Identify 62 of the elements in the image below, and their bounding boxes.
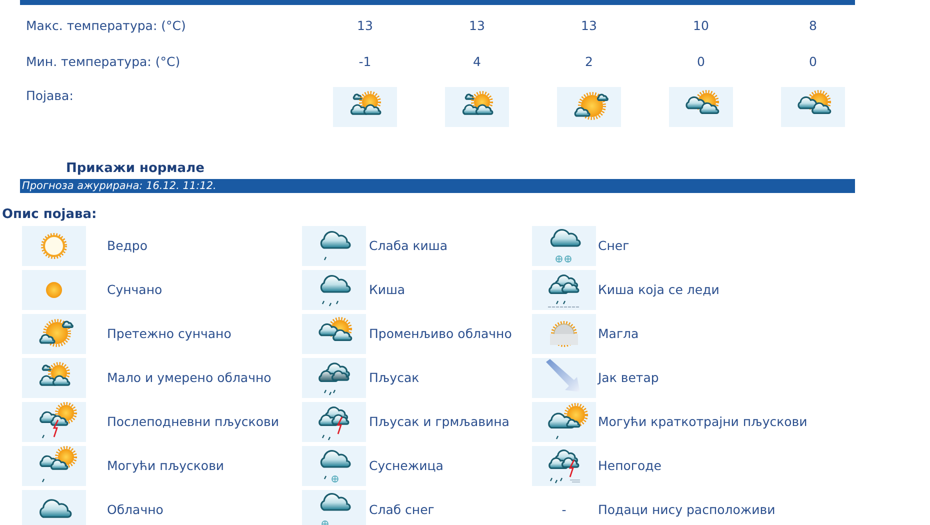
thunder-cloud-icon bbox=[302, 402, 366, 442]
fog-icon bbox=[532, 314, 596, 354]
dash-symbol: - bbox=[562, 502, 566, 517]
update-bar: Прогноза ажурирана: 16.12. 11:12. bbox=[20, 178, 855, 192]
snow-rain-cloud-icon bbox=[302, 446, 366, 486]
temperature-value: 4 bbox=[473, 54, 481, 69]
sun-clouds-icon bbox=[445, 87, 509, 127]
legend-label: Киша која се леди bbox=[598, 282, 720, 297]
legend-title: Опис појава: bbox=[2, 206, 98, 224]
row-label: Макс. температура: (°C) bbox=[26, 18, 186, 33]
legend-label: Претежно сунчано bbox=[107, 326, 232, 341]
row-label: Појава: bbox=[26, 88, 74, 103]
sun-clouds-icon bbox=[302, 314, 366, 354]
rain-clouds-icon bbox=[532, 270, 596, 310]
temperature-value: 13 bbox=[357, 18, 373, 33]
thunder-cloud-icon bbox=[532, 446, 596, 486]
row-label: Мин. температура: (°C) bbox=[26, 54, 180, 69]
sun-clouds-icon bbox=[781, 87, 845, 127]
legend-label: Јак ветар bbox=[598, 370, 659, 385]
temperature-value: 13 bbox=[581, 18, 597, 33]
legend-label: Пљусак и грмљавина bbox=[369, 414, 510, 429]
legend-label: Снег bbox=[598, 238, 630, 253]
sun-clouds-icon bbox=[22, 358, 86, 398]
legend-label: Слаба киша bbox=[369, 238, 448, 253]
sun-cloud-icon bbox=[22, 314, 86, 354]
legend-label: Ведро bbox=[107, 238, 148, 253]
rain-clouds-icon bbox=[302, 358, 366, 398]
legend-label: Могући пљускови bbox=[107, 458, 224, 473]
sun-icon bbox=[22, 270, 86, 310]
legend-label: Мало и умерено облачно bbox=[107, 370, 272, 385]
sun-outline-icon bbox=[22, 226, 86, 266]
legend-label: Суснежица bbox=[369, 458, 444, 473]
temperature-value: 8 bbox=[809, 18, 817, 33]
rain-cloud-icon bbox=[302, 270, 366, 310]
show-normals-link[interactable]: Прикажи нормале bbox=[66, 159, 204, 178]
rain-cloud-icon bbox=[302, 226, 366, 266]
cloud-icon bbox=[22, 490, 86, 525]
legend-label: Могући краткотрајни пљускови bbox=[598, 414, 808, 429]
legend-label: Облачно bbox=[107, 502, 164, 517]
snow-cloud-icon bbox=[532, 226, 596, 266]
legend-label: Магла bbox=[598, 326, 639, 341]
temperature-value: 0 bbox=[697, 54, 705, 69]
temperature-value: 13 bbox=[469, 18, 485, 33]
legend-label: Променљиво облачно bbox=[369, 326, 512, 341]
legend-label: Киша bbox=[369, 282, 406, 297]
legend-label: Подаци нису расположиви bbox=[598, 502, 776, 517]
temperature-value: 10 bbox=[693, 18, 709, 33]
sun-rain-cloud-icon bbox=[22, 446, 86, 486]
legend-label: Послеподневни пљускови bbox=[107, 414, 279, 429]
temperature-value: -1 bbox=[358, 54, 372, 69]
sun-clouds-icon bbox=[669, 87, 733, 127]
snow-cloud-icon bbox=[302, 490, 366, 525]
temperature-value: 2 bbox=[585, 54, 593, 69]
legend-label: Непогоде bbox=[598, 458, 662, 473]
sun-cloud-icon bbox=[557, 87, 621, 127]
legend-label: Слаб снег bbox=[369, 502, 434, 517]
legend-label: Сунчано bbox=[107, 282, 162, 297]
temperature-value: 0 bbox=[809, 54, 817, 69]
sun-rain-cloud-icon bbox=[532, 402, 596, 442]
sun-clouds-icon bbox=[333, 87, 397, 127]
thunder-cloud-icon bbox=[22, 402, 86, 442]
legend-label: Пљусак bbox=[369, 370, 420, 385]
